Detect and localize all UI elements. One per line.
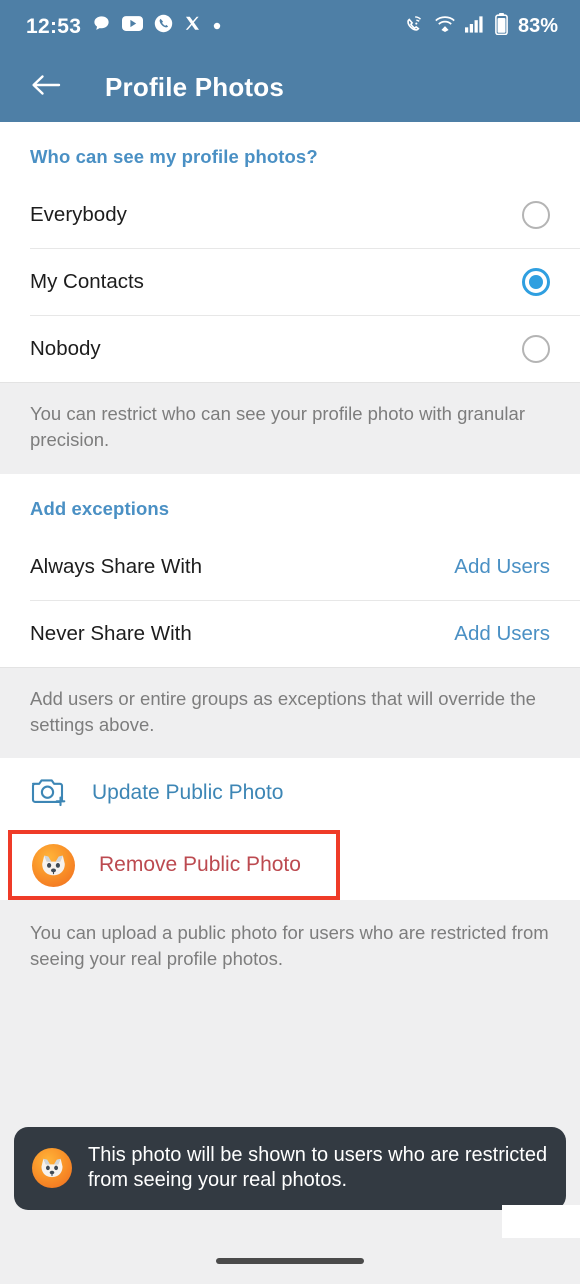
radio-button-everybody[interactable] [522,201,550,229]
dot-icon [213,17,221,35]
back-button[interactable] [24,65,68,109]
toast-notification: This photo will be shown to users who ar… [14,1126,566,1210]
remove-public-photo-button[interactable]: Remove Public Photo [12,834,336,897]
toast-message: This photo will be shown to users who ar… [88,1143,548,1192]
radio-option-my-contacts[interactable]: My Contacts [0,249,580,315]
exceptions-section-header: Add exceptions [30,497,170,519]
home-gesture-pill[interactable] [216,1258,364,1264]
battery-icon [495,12,508,40]
camera-plus-icon [30,774,68,813]
radio-option-label: My Contacts [30,270,144,293]
youtube-icon [122,16,144,36]
app-bar: Profile Photos [0,52,580,122]
exception-row-never-share[interactable]: Never Share With Add Users [0,600,580,667]
remove-public-photo-label: Remove Public Photo [99,853,301,877]
status-bar-left: 12:53 [26,14,221,38]
wifi-icon [434,15,456,38]
radio-option-nobody[interactable]: Nobody [0,316,580,382]
radio-option-label: Nobody [30,337,101,360]
radio-option-label: Everybody [30,203,127,226]
radio-button-nobody[interactable] [522,335,550,363]
x-twitter-icon [184,15,202,38]
phone-screen: 12:53 83% Profile Photos Who can see my … [0,0,580,1284]
system-navigation-bar [0,1238,580,1284]
radio-option-everybody[interactable]: Everybody [0,182,580,248]
public-photo-section: Update Public Photo Remove Public Photo [0,758,580,901]
visibility-section-header: Who can see my profile photos? [30,146,318,167]
status-bar: 12:53 83% [0,0,580,52]
add-users-button-never[interactable]: Add Users [454,622,550,646]
phone-circle-icon [154,14,173,38]
radio-button-my-contacts[interactable] [522,268,550,296]
status-bar-clock: 12:53 [26,14,82,38]
battery-percent-label: 83% [517,14,558,37]
fox-avatar-icon [32,1148,72,1189]
exception-row-label: Never Share With [30,621,192,645]
remove-public-photo-highlight: Remove Public Photo [8,830,340,901]
call-over-wifi-icon [403,14,425,38]
cellular-signal-icon [464,15,486,38]
update-public-photo-label: Update Public Photo [92,781,284,805]
visibility-section-note: You can restrict who can see your profil… [0,382,580,474]
public-photo-section-note: You can upload a public photo for users … [0,902,580,993]
add-users-button-always[interactable]: Add Users [454,555,550,579]
exceptions-section: Add exceptions Always Share With Add Use… [0,473,580,667]
exception-row-label: Always Share With [30,554,203,578]
arrow-left-icon [31,72,61,103]
status-bar-right: 83% [403,12,558,40]
chat-bubble-icon [92,14,111,38]
update-public-photo-button[interactable]: Update Public Photo [0,758,580,829]
exception-row-always-share[interactable]: Always Share With Add Users [0,533,580,600]
exceptions-section-note: Add users or entire groups as exceptions… [0,666,580,759]
visibility-section: Who can see my profile photos? Everybody… [0,122,580,382]
page-title: Profile Photos [105,71,285,102]
fox-avatar-icon [32,843,75,887]
